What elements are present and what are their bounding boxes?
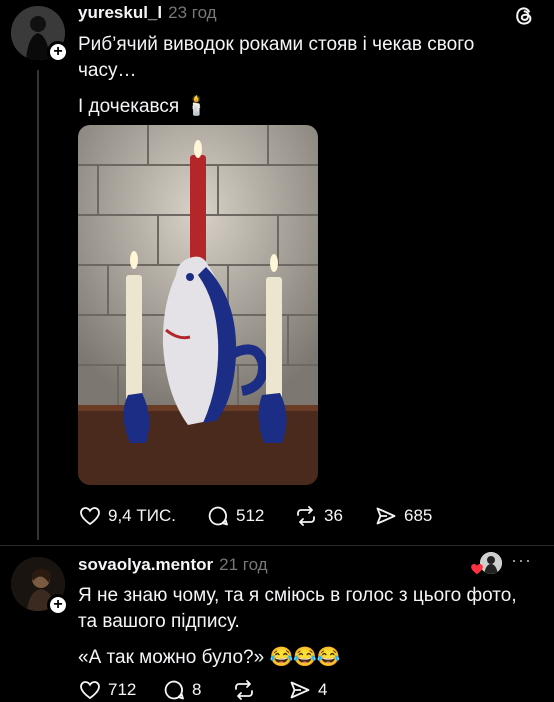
repost-icon — [297, 506, 315, 526]
comment-icon — [208, 506, 228, 526]
like-button[interactable]: 9,4 ТИС. — [78, 504, 176, 528]
follow-plus-icon[interactable]: + — [47, 41, 69, 63]
post-text: Риб’ячий виводок роками стояв і чекав св… — [78, 32, 548, 120]
heart-icon — [80, 507, 100, 526]
post-image[interactable] — [78, 125, 318, 485]
reply-username[interactable]: sovaolya.mentor — [78, 555, 213, 575]
send-icon — [290, 681, 310, 699]
reply-like-button[interactable]: 712 — [78, 678, 136, 702]
reply-header: sovaolya.mentor 21 год — [78, 555, 268, 575]
share-count: 685 — [404, 506, 433, 525]
comment-count: 512 — [236, 506, 265, 525]
reply-like-count: 712 — [108, 680, 137, 699]
reply-text: Я не знаю чому, та я сміюсь в голос з ць… — [78, 583, 548, 671]
post-time: 23 год — [168, 3, 217, 22]
reply-comment-button[interactable]: 8 — [162, 678, 201, 702]
post-text-line: часу… — [78, 60, 137, 81]
comment-icon — [164, 680, 184, 700]
thread-line — [37, 70, 39, 540]
repost-icon — [235, 680, 253, 700]
post-text-line: Риб’ячий виводок роками стояв і чекав св… — [78, 34, 475, 55]
reply-text-line: та вашого підпису. — [78, 611, 240, 632]
post-header: yureskul_l 23 год — [78, 3, 217, 23]
share-button[interactable]: 685 — [374, 504, 432, 528]
author-liked-badge — [470, 552, 502, 578]
follow-plus-icon[interactable]: + — [47, 594, 69, 616]
post-username[interactable]: yureskul_l — [78, 3, 162, 23]
reply-comment-count: 8 — [192, 680, 202, 699]
reply-share-button[interactable]: 4 — [288, 678, 327, 702]
comment-button[interactable]: 512 — [206, 504, 264, 528]
reply-text-line: «А так можно було?» 😂😂😂 — [78, 647, 341, 668]
threads-logo-icon[interactable] — [512, 4, 536, 28]
more-options-icon[interactable]: ··· — [511, 550, 532, 571]
heart-icon — [80, 681, 100, 700]
red-heart-icon — [470, 562, 484, 581]
reply-text-line: Я не знаю чому, та я сміюсь в голос з ць… — [78, 585, 517, 606]
reply-share-count: 4 — [318, 680, 328, 699]
divider — [0, 545, 554, 546]
post-text-line: І дочекався 🕯️ — [78, 96, 209, 117]
reply-repost-button[interactable] — [232, 678, 262, 702]
repost-count: 36 — [324, 506, 343, 525]
like-count: 9,4 ТИС. — [108, 506, 176, 525]
reply-time: 21 год — [219, 555, 268, 574]
send-icon — [376, 507, 396, 525]
repost-button[interactable]: 36 — [294, 504, 343, 528]
